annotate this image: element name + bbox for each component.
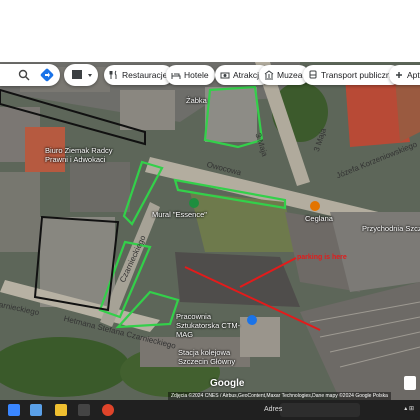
system-tray[interactable]: ▴ ⊞ <box>404 405 414 412</box>
museum-icon <box>264 70 274 80</box>
ceglana-pin-icon[interactable] <box>310 201 320 211</box>
chrome-icon[interactable] <box>102 404 114 416</box>
chip-hotele[interactable]: Hotele <box>166 65 215 85</box>
attribution-text: Zdjęcia ©2024 CNES / Airbus,GeoContent,M… <box>171 393 372 399</box>
zoom-control[interactable] <box>404 376 416 390</box>
map-attribution: Zdjęcia ©2024 CNES / Airbus,GeoContent,M… <box>168 392 391 400</box>
blank-header-area <box>0 0 420 62</box>
chip-apteki[interactable]: Aptek <box>389 65 420 85</box>
chip-transport[interactable]: Transport publiczny <box>303 65 401 85</box>
search-icon[interactable] <box>18 69 30 81</box>
pracownia-pin-icon[interactable] <box>247 315 257 325</box>
pharmacy-icon <box>396 72 402 78</box>
file-explorer-icon[interactable] <box>55 404 67 416</box>
google-logo: Google <box>210 378 245 389</box>
bed-icon <box>171 73 181 79</box>
fork-knife-icon <box>109 70 117 79</box>
camera-icon <box>220 72 230 79</box>
chip-muzea[interactable]: Muzea <box>259 65 309 85</box>
attribution-country[interactable]: Polska <box>373 393 388 399</box>
place-stacja[interactable]: Stacja kolejowa Szczecin Główny <box>178 348 248 366</box>
place-pracownia[interactable]: Pracownia Sztukatorska CTM-MAG <box>176 312 256 339</box>
chip-label: Restauracje <box>122 70 168 80</box>
place-ceglana[interactable]: Ceglana <box>305 214 333 223</box>
address-toolbar[interactable]: Adres <box>264 403 360 417</box>
parking-annotation: parking is here <box>297 254 347 261</box>
place-przychodnia[interactable]: Przychodnia Szczec... <box>362 224 420 233</box>
place-zabka[interactable]: Żabka <box>186 96 207 105</box>
chip-restauracje[interactable]: Restauracje <box>104 65 174 85</box>
chip-label: Aptek <box>407 70 420 80</box>
chip-label: Hotele <box>184 70 209 80</box>
directions-icon[interactable] <box>40 68 54 82</box>
chip-label: Muzea <box>277 70 303 80</box>
mural-pin-icon[interactable] <box>189 198 199 208</box>
windows-start-icon[interactable] <box>8 404 20 416</box>
bus-icon <box>309 70 317 79</box>
layers-button[interactable] <box>64 64 98 86</box>
windows-taskbar: Adres ▴ ⊞ <box>0 400 420 420</box>
place-biuro[interactable]: Biuro Ziemak Radcy Prawni i Adwokaci <box>45 146 125 164</box>
place-mural[interactable]: Mural "Essence" <box>152 210 207 219</box>
address-label: Adres <box>264 406 283 413</box>
satellite-map[interactable]: Żabka Biuro Ziemak Radcy Prawni i Adwoka… <box>0 62 420 400</box>
search-bar[interactable] <box>0 64 60 86</box>
layers-icon <box>72 70 92 79</box>
chip-label: Transport publiczny <box>321 70 395 80</box>
edge-browser-icon[interactable] <box>30 404 42 416</box>
app-icon[interactable] <box>78 404 90 416</box>
